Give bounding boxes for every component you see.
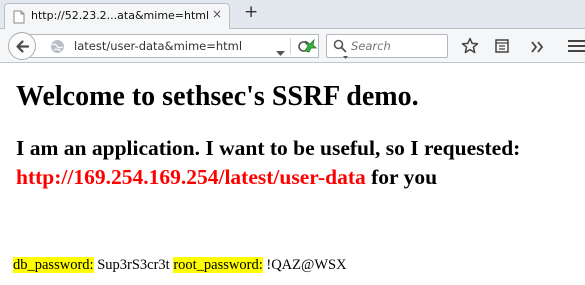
root-password-label: root_password: bbox=[173, 257, 263, 273]
page-icon bbox=[13, 10, 25, 29]
page-content: Welcome to sethsec's SSRF demo. I am an … bbox=[0, 64, 585, 285]
nav-toolbar: latest/user-data&mime=html Search bbox=[0, 29, 585, 63]
back-arrow-icon bbox=[15, 39, 30, 59]
globe-icon[interactable] bbox=[50, 39, 65, 59]
page-heading: Welcome to sethsec's SSRF demo. bbox=[16, 81, 419, 112]
search-dropdown-icon[interactable] bbox=[343, 47, 348, 65]
url-text[interactable]: latest/user-data&mime=html bbox=[74, 39, 242, 53]
intro-text: I am an application. I want to be useful… bbox=[16, 136, 521, 160]
db-password-label: db_password: bbox=[13, 257, 94, 273]
close-tab-icon[interactable]: × bbox=[212, 7, 222, 21]
credentials-line: db_password: Sup3rS3cr3t root_password: … bbox=[13, 257, 347, 274]
db-password-value: Sup3rS3cr3t bbox=[93, 257, 174, 273]
root-password-value: !QAZ@WSX bbox=[262, 257, 347, 273]
dropdown-arrow-icon[interactable] bbox=[276, 44, 285, 62]
intro-suffix: for you bbox=[365, 165, 438, 189]
url-divider bbox=[290, 38, 291, 54]
tab-strip: http://52.23.2...ata&mime=html × + bbox=[0, 0, 585, 30]
requested-url: http://169.254.169.254/latest/user-data bbox=[16, 165, 366, 189]
new-tab-button[interactable]: + bbox=[244, 2, 258, 22]
browser-tab[interactable]: http://52.23.2...ata&mime=html × bbox=[4, 3, 230, 30]
tab-title: http://52.23.2...ata&mime=html bbox=[31, 9, 210, 22]
reading-list-icon[interactable] bbox=[494, 38, 510, 59]
hamburger-menu-icon[interactable] bbox=[568, 39, 585, 58]
address-bar[interactable]: latest/user-data&mime=html bbox=[30, 34, 319, 58]
bookmark-star-icon[interactable] bbox=[461, 37, 479, 60]
intro-paragraph: I am an application. I want to be useful… bbox=[16, 134, 585, 192]
addon-icon[interactable] bbox=[302, 38, 318, 59]
search-placeholder: Search bbox=[351, 39, 391, 53]
back-button[interactable] bbox=[8, 32, 36, 60]
search-input[interactable]: Search bbox=[326, 34, 448, 59]
overflow-chevrons-icon[interactable] bbox=[531, 40, 545, 58]
